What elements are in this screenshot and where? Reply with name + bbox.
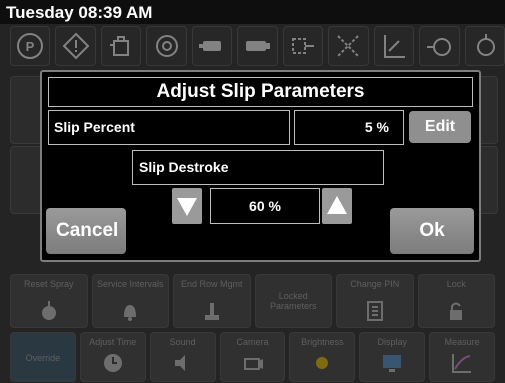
background-panel-right-2 <box>478 146 498 214</box>
edit-button[interactable]: Edit <box>409 111 471 143</box>
transmission-icon[interactable] <box>419 26 460 66</box>
background-panel-left-1 <box>10 76 44 144</box>
engine-oil-icon[interactable] <box>100 26 142 66</box>
camera-icon[interactable] <box>191 26 233 66</box>
settings-tile-row-2: Override Adjust Time Sound Camera Bright… <box>10 332 496 382</box>
turbo-icon[interactable] <box>146 26 187 66</box>
increase-button[interactable] <box>322 188 352 224</box>
tile-service-intervals[interactable]: Service Intervals <box>91 274 169 328</box>
background-panel-left-2 <box>10 146 44 214</box>
slip-destroke-value[interactable]: 60 % <box>210 188 320 224</box>
hydraulic-icon[interactable] <box>282 26 324 66</box>
tile-override[interactable]: Override <box>10 332 76 382</box>
arrow-up-icon <box>327 196 347 214</box>
tile-camera[interactable]: Camera <box>219 332 286 382</box>
status-bar: Tuesday 08:39 AM <box>0 0 505 24</box>
warning-icon-row: P <box>10 26 505 66</box>
tile-brightness[interactable]: Brightness <box>289 332 356 382</box>
tile-locked-parameters[interactable]: Locked Parameters <box>254 274 332 328</box>
clock-icon <box>101 351 125 375</box>
tile-reset-spray[interactable]: Reset Spray <box>10 274 88 328</box>
decrease-button[interactable] <box>172 188 202 224</box>
camera-alt-icon[interactable] <box>237 26 278 66</box>
tile-display[interactable]: Display <box>359 332 426 382</box>
spray-icon <box>37 299 61 323</box>
tile-sound[interactable]: Sound <box>149 332 216 382</box>
background-panel-right-1 <box>478 76 498 144</box>
keypad-icon <box>363 299 387 323</box>
display-icon <box>380 351 404 375</box>
warning-icon[interactable] <box>55 26 96 66</box>
lock-icon <box>444 299 468 323</box>
bell-icon <box>118 299 142 323</box>
tile-end-row-mgmt[interactable]: End Row Mgmt <box>173 274 251 328</box>
svg-text:P: P <box>26 39 35 54</box>
parking-icon[interactable]: P <box>10 26 51 66</box>
date-time: Tuesday 08:39 AM <box>6 3 153 22</box>
camera-icon <box>241 351 265 375</box>
sun-icon <box>310 351 334 375</box>
tile-adjust-time[interactable]: Adjust Time <box>79 332 146 382</box>
ok-button[interactable]: Ok <box>390 208 474 254</box>
lift-icon[interactable] <box>373 26 415 66</box>
slip-destroke-label: Slip Destroke <box>132 150 384 185</box>
adjust-slip-dialog: Adjust Slip Parameters Slip Percent 5 % … <box>40 70 481 262</box>
slip-percent-value: 5 % <box>294 110 404 145</box>
graph-icon <box>450 351 474 375</box>
dialog-title: Adjust Slip Parameters <box>48 77 473 107</box>
engine-icon[interactable] <box>464 26 505 66</box>
tile-change-pin[interactable]: Change PIN <box>336 274 414 328</box>
tile-measure[interactable]: Measure <box>429 332 496 382</box>
joystick-icon <box>200 299 224 323</box>
filter-icon[interactable] <box>328 26 369 66</box>
screen: Tuesday 08:39 AM P Reset Spray Service I… <box>0 0 505 383</box>
tile-lock[interactable]: Lock <box>417 274 495 328</box>
speaker-icon <box>171 351 195 375</box>
arrow-down-icon <box>177 198 197 216</box>
settings-tile-row-1: Reset Spray Service Intervals End Row Mg… <box>10 274 495 328</box>
cancel-button[interactable]: Cancel <box>46 208 126 254</box>
slip-percent-label: Slip Percent <box>48 110 290 145</box>
